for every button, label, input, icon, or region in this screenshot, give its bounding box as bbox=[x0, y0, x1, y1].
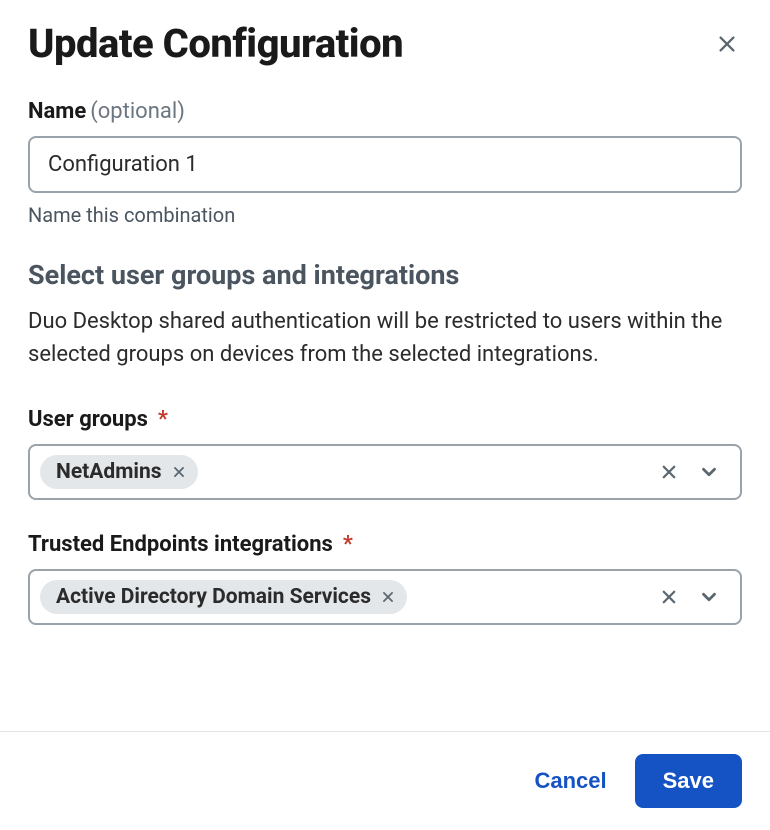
clear-all-button[interactable] bbox=[650, 582, 688, 612]
trusted-endpoints-chips: Active Directory Domain Services bbox=[40, 580, 650, 614]
name-help-text: Name this combination bbox=[28, 203, 742, 227]
update-configuration-modal: Update Configuration Name (optional) Nam… bbox=[0, 0, 770, 830]
trusted-endpoints-label: Trusted Endpoints integrations bbox=[28, 532, 333, 557]
user-groups-field-group: User groups * NetAdmins bbox=[28, 407, 742, 500]
section-heading: Select user groups and integrations bbox=[28, 259, 742, 291]
save-button[interactable]: Save bbox=[635, 754, 742, 808]
cancel-button[interactable]: Cancel bbox=[528, 760, 612, 802]
chevron-down-icon bbox=[698, 461, 720, 483]
spacer bbox=[28, 657, 742, 731]
close-icon bbox=[716, 33, 738, 55]
required-indicator: * bbox=[343, 532, 353, 557]
dropdown-toggle[interactable] bbox=[688, 455, 730, 489]
close-button[interactable] bbox=[712, 29, 742, 59]
required-indicator: * bbox=[158, 407, 168, 432]
close-icon bbox=[660, 463, 678, 481]
modal-header: Update Configuration bbox=[28, 20, 742, 67]
chevron-down-icon bbox=[698, 586, 720, 608]
close-icon bbox=[660, 588, 678, 606]
user-groups-chips: NetAdmins bbox=[40, 455, 650, 489]
close-icon bbox=[172, 465, 186, 479]
name-label-suffix: (optional) bbox=[90, 99, 185, 124]
chip-netadmins: NetAdmins bbox=[40, 455, 198, 489]
close-icon bbox=[381, 590, 395, 604]
name-input[interactable] bbox=[28, 136, 742, 193]
modal-title: Update Configuration bbox=[28, 20, 403, 67]
chip-remove-button[interactable] bbox=[379, 588, 397, 606]
trusted-endpoints-label-row: Trusted Endpoints integrations * bbox=[28, 532, 742, 557]
clear-all-button[interactable] bbox=[650, 457, 688, 487]
user-groups-label-row: User groups * bbox=[28, 407, 742, 432]
user-groups-select[interactable]: NetAdmins bbox=[28, 444, 742, 500]
name-field-group: Name (optional) Name this combination bbox=[28, 99, 742, 227]
chip-label: Active Directory Domain Services bbox=[56, 585, 371, 609]
chip-remove-button[interactable] bbox=[170, 463, 188, 481]
user-groups-label: User groups bbox=[28, 407, 148, 432]
modal-footer: Cancel Save bbox=[0, 731, 770, 830]
trusted-endpoints-select[interactable]: Active Directory Domain Services bbox=[28, 569, 742, 625]
name-label: Name bbox=[28, 99, 86, 124]
chip-label: NetAdmins bbox=[56, 460, 162, 484]
section-description: Duo Desktop shared authentication will b… bbox=[28, 305, 742, 371]
chip-adds: Active Directory Domain Services bbox=[40, 580, 407, 614]
name-label-row: Name (optional) bbox=[28, 99, 742, 124]
trusted-endpoints-field-group: Trusted Endpoints integrations * Active … bbox=[28, 532, 742, 625]
dropdown-toggle[interactable] bbox=[688, 580, 730, 614]
